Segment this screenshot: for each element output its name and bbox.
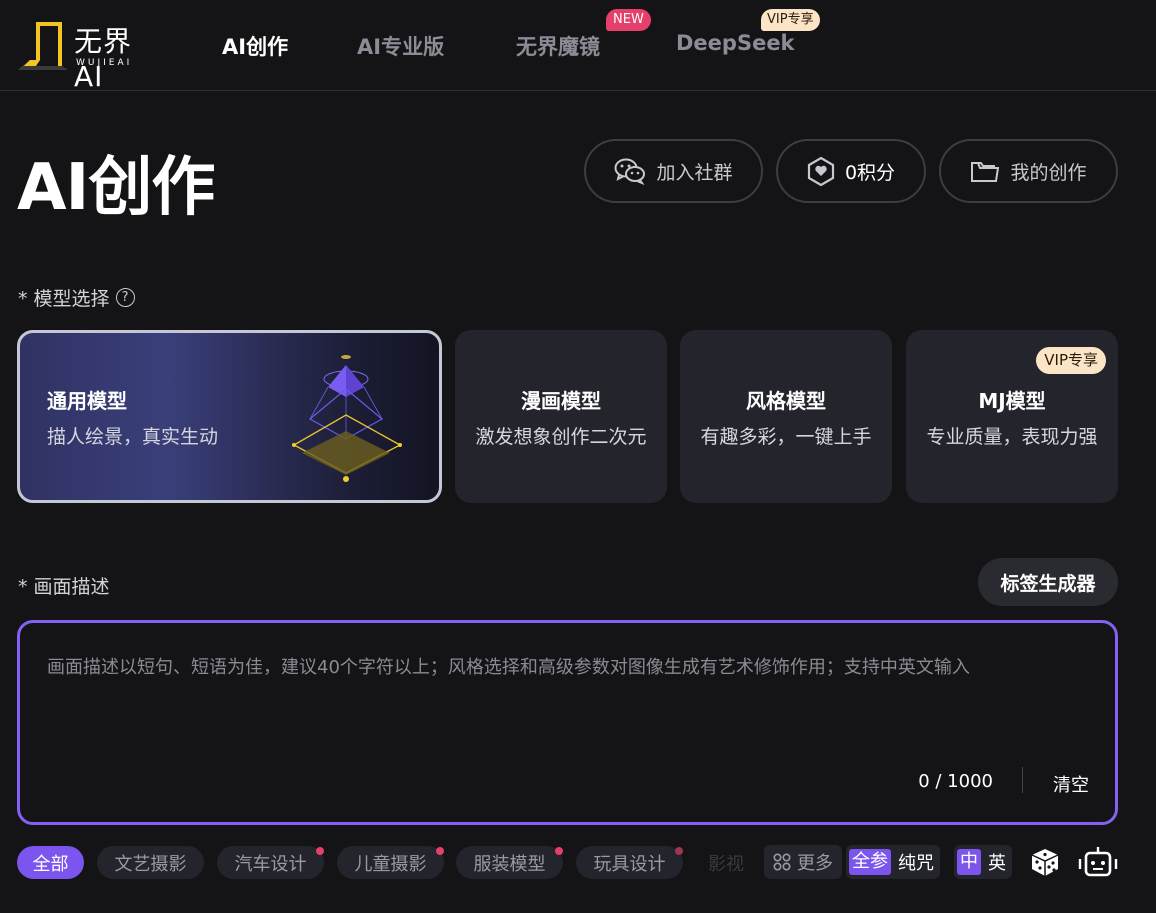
tag-film[interactable]: 影视	[696, 846, 756, 879]
tag-label: 玩具设计	[593, 853, 666, 875]
model-name: MJ模型	[978, 388, 1046, 413]
model-desc: 有趣多彩，一键上手	[700, 425, 872, 448]
nav-ai-pro[interactable]: AI专业版	[357, 31, 444, 61]
logo-text: 无界AI	[74, 25, 133, 93]
new-dot	[436, 847, 444, 855]
tag-label: 儿童摄影	[354, 853, 427, 875]
model-section-label: * 模型选择 ?	[18, 284, 135, 311]
character-counter: 0 / 1000	[918, 771, 993, 792]
my-creations-button[interactable]: 我的创作	[939, 139, 1118, 203]
model-name: 漫画模型	[521, 388, 601, 413]
nav-wujie-mirror[interactable]: 无界魔镜	[516, 31, 600, 61]
logo-mark-icon	[18, 22, 68, 70]
model-label-text: * 模型选择	[18, 288, 110, 310]
tag-car-design[interactable]: 汽车设计	[217, 846, 324, 879]
full-params-option[interactable]: 全参	[849, 849, 891, 875]
english-option[interactable]: 英	[985, 849, 1009, 875]
tag-art-photography[interactable]: 文艺摄影	[97, 846, 204, 879]
model-card-mj[interactable]: VIP专享 MJ模型 专业质量，表现力强	[906, 330, 1118, 503]
dice-icon[interactable]	[1028, 845, 1062, 879]
prompt-section-label: * 画面描述	[18, 572, 110, 599]
pyramid-layers-illustration	[292, 355, 402, 482]
top-navigation-bar: 无界AI WUJIEAI AI创作 AI专业版 无界魔镜 NEW DeepSee…	[0, 0, 1156, 93]
new-dot	[555, 847, 563, 855]
model-desc: 激发想象创作二次元	[475, 425, 647, 448]
language-toggle[interactable]: 中 英	[954, 845, 1012, 879]
vip-badge: VIP专享	[1036, 347, 1106, 374]
tag-toy-design[interactable]: 玩具设计	[576, 846, 683, 879]
vip-badge: VIP专享	[761, 9, 820, 31]
model-desc: 描人绘景，真实生动	[47, 425, 219, 448]
join-community-button[interactable]: 加入社群	[584, 139, 763, 203]
tag-label: 服装模型	[473, 853, 546, 875]
model-card-style[interactable]: 风格模型 有趣多彩，一键上手	[680, 330, 892, 503]
logo-subtext: WUJIEAI	[76, 58, 133, 68]
model-card-general[interactable]: 通用模型 描人绘景，真实生动	[17, 330, 442, 503]
param-mode-toggle[interactable]: 全参 纯咒	[846, 845, 940, 879]
my-creations-label: 我的创作	[1010, 161, 1087, 184]
pure-prompt-option[interactable]: 纯咒	[895, 849, 937, 875]
nav-deepseek[interactable]: DeepSeek	[676, 31, 795, 55]
points-label: 0积分	[844, 161, 896, 184]
wujie-ai-logo[interactable]: 无界AI WUJIEAI	[16, 16, 158, 93]
new-dot	[316, 847, 324, 855]
tag-fashion-model[interactable]: 服装模型	[456, 846, 563, 879]
prompt-box: 0 / 1000 清空	[17, 620, 1118, 825]
wechat-icon	[614, 158, 646, 185]
tag-child-photography[interactable]: 儿童摄影	[337, 846, 444, 879]
model-card-comic[interactable]: 漫画模型 激发想象创作二次元	[455, 330, 667, 503]
prompt-input[interactable]	[47, 657, 1087, 678]
tag-generator-button[interactable]: 标签生成器	[978, 558, 1118, 606]
divider	[1022, 767, 1023, 793]
grid-icon	[773, 853, 791, 871]
page-title: AI创作	[17, 151, 215, 225]
more-tags-button[interactable]: 更多	[764, 845, 842, 879]
tag-filter-row: 全部 文艺摄影 汽车设计 儿童摄影 服装模型 玩具设计 影视 更多 全参 纯咒 …	[0, 843, 1156, 881]
join-community-label: 加入社群	[656, 161, 733, 184]
model-name: 风格模型	[746, 388, 826, 413]
new-dot	[675, 847, 683, 855]
robot-icon[interactable]	[1078, 845, 1118, 879]
model-name: 通用模型	[47, 388, 127, 413]
tag-all[interactable]: 全部	[17, 846, 84, 879]
chinese-option[interactable]: 中	[957, 849, 981, 875]
model-desc: 专业质量，表现力强	[926, 425, 1098, 448]
points-button[interactable]: 0积分	[776, 139, 926, 203]
folder-icon	[971, 162, 1000, 182]
more-label: 更多	[797, 853, 833, 874]
tag-label: 汽车设计	[234, 853, 307, 875]
nav-ai-creation[interactable]: AI创作	[222, 31, 288, 61]
prompt-label-text: * 画面描述	[18, 576, 110, 598]
hexagon-heart-icon	[807, 156, 835, 186]
clear-button[interactable]: 清空	[1053, 771, 1089, 797]
help-icon[interactable]: ?	[115, 288, 135, 307]
new-badge: NEW	[606, 9, 651, 31]
